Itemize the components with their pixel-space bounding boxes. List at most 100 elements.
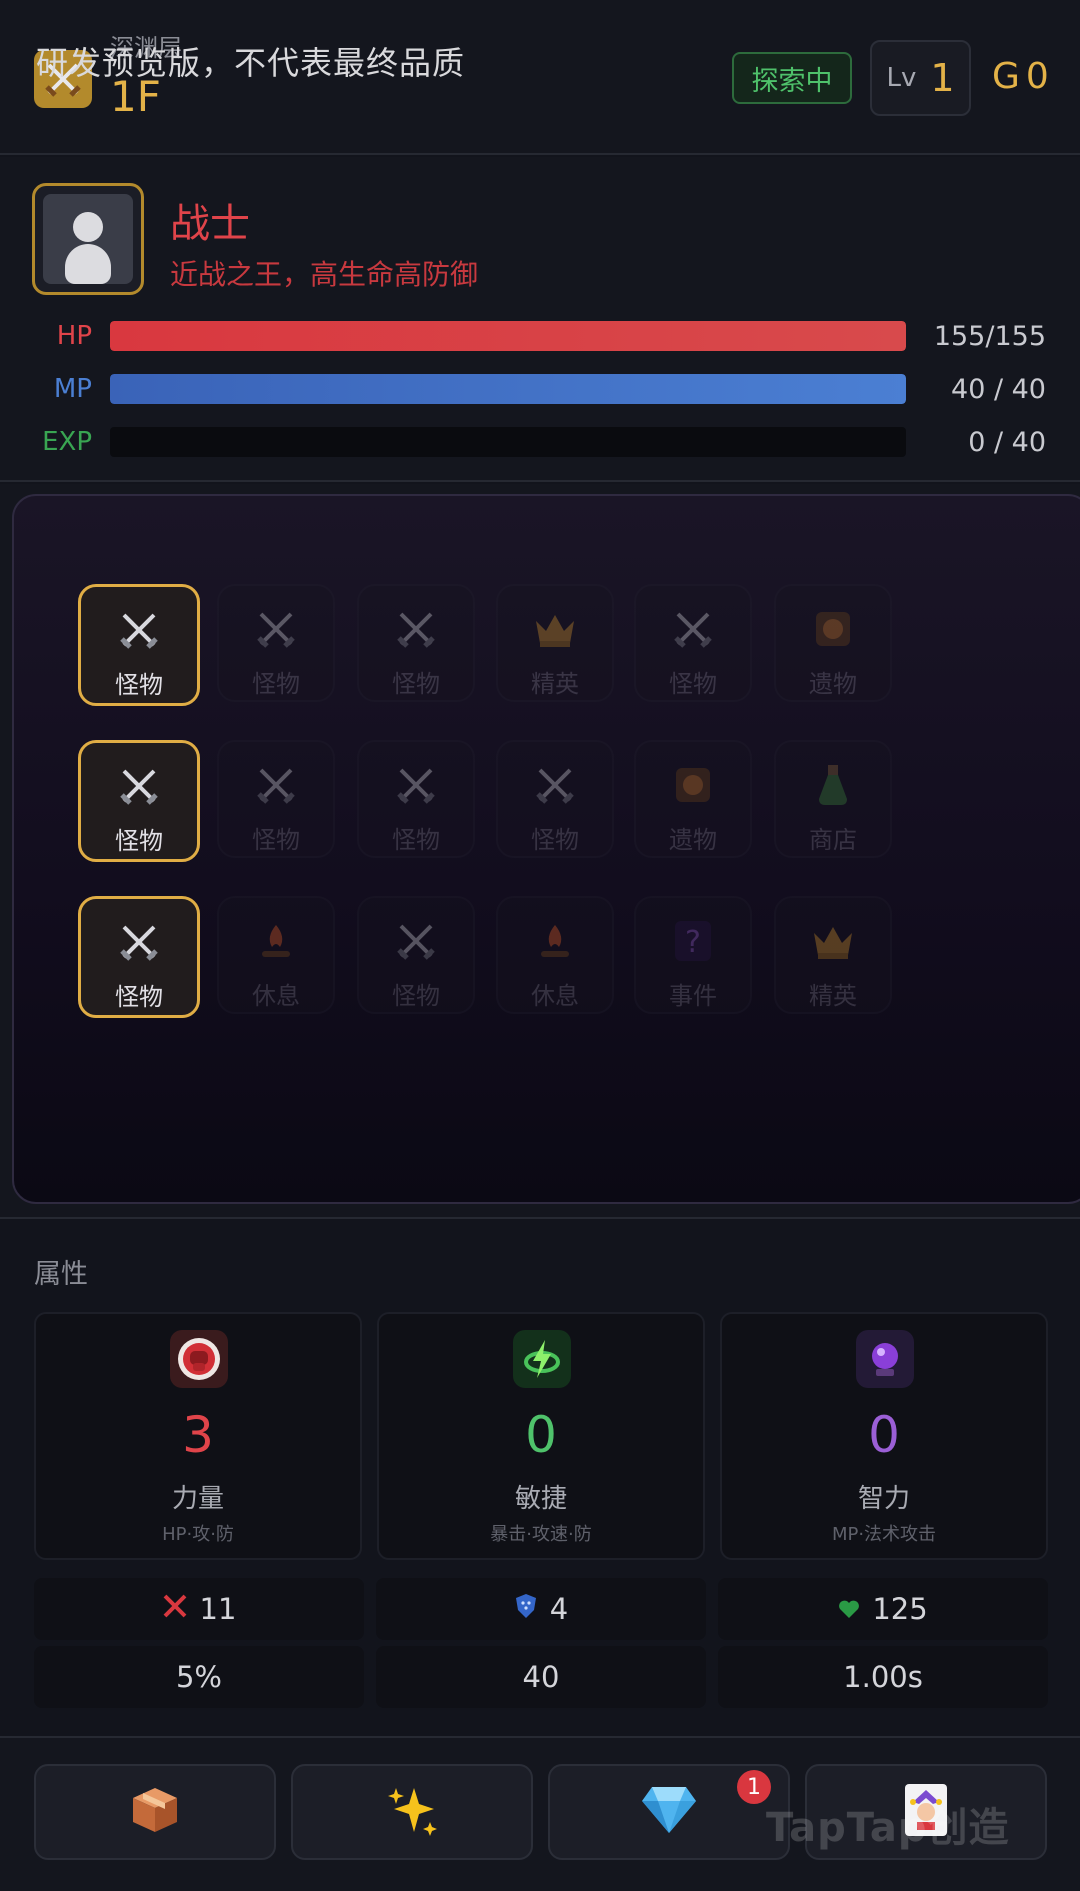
mp-label: MP (53, 374, 92, 404)
map-node: 休息 (496, 896, 614, 1014)
person-icon (43, 194, 133, 284)
exp-label: EXP (42, 427, 92, 457)
exp-bar (110, 427, 906, 457)
dungeon-map: 怪物 怪物 怪物 精英 怪物 遗物 怪物 怪物 怪物 怪物 遗物 商店 怪物 休息 怪物 休息? 事件 精英 (12, 494, 1080, 1204)
mp-value: 40 / 40 (951, 374, 1046, 405)
attribute-card-strength[interactable]: 3 力量 HP·攻·防 (34, 1312, 362, 1560)
defense-stat: 4 (376, 1578, 706, 1640)
character-panel: 战士 近战之王，高生命高防御 HP 155/155 MP 40 / 40 EXP… (0, 157, 1080, 482)
gem-icon (640, 1785, 698, 1839)
map-node: 遗物 (634, 740, 752, 858)
hp-bar-fill (110, 321, 906, 351)
hp-label: HP (56, 321, 92, 351)
attack-speed-stat: 1.00s (718, 1646, 1048, 1708)
map-node-label: 怪物 (392, 982, 440, 1010)
health-stat: 125 (718, 1578, 1048, 1640)
map-node: 怪物 (634, 584, 752, 702)
status-badge: 探索中 (732, 52, 852, 104)
crossed-swords-icon (219, 604, 333, 654)
attack-value: 11 (199, 1592, 237, 1626)
map-node-label: 怪物 (392, 670, 440, 698)
attribute-card-agility[interactable]: 0 敏捷 暴击·攻速·防 (377, 1312, 705, 1560)
attack-swords-icon (162, 1592, 188, 1626)
gold-label: G (992, 56, 1026, 97)
defense-value: 4 (549, 1592, 569, 1626)
agility-value: 0 (525, 1406, 557, 1464)
question-icon: ? (636, 916, 750, 966)
dungeon-map-section: 怪物 怪物 怪物 精英 怪物 遗物 怪物 怪物 怪物 怪物 遗物 商店 怪物 休息 怪物 休息? 事件 精英 (0, 484, 1080, 1219)
map-node-label: 怪物 (531, 826, 579, 854)
crystal-ball-icon (856, 1330, 914, 1388)
map-node-label: 怪物 (115, 983, 163, 1011)
agility-name: 敏捷 (514, 1484, 567, 1514)
map-node: 精英 (774, 896, 892, 1014)
skills-button[interactable] (291, 1764, 533, 1860)
exp-row: EXP 0 / 40 (0, 423, 1080, 463)
map-node: 精英 (496, 584, 614, 702)
map-node-label: 休息 (531, 982, 579, 1010)
campfire-icon (498, 916, 612, 966)
map-node: 休息 (217, 896, 335, 1014)
crit-rate-value: 5% (175, 1660, 222, 1694)
map-node-label: 遗物 (669, 826, 717, 854)
map-node: 怪物 (217, 740, 335, 858)
crossed-swords-icon (81, 917, 197, 967)
svg-text:?: ? (685, 925, 701, 960)
campfire-icon (219, 916, 333, 966)
map-node: 怪物 (496, 740, 614, 858)
map-node: 商店 (774, 740, 892, 858)
mp-row: MP 40 / 40 (0, 370, 1080, 410)
crit-rate-stat: 5% (34, 1646, 364, 1708)
fist-icon (170, 1330, 228, 1388)
attribute-card-intellect[interactable]: 0 智力 MP·法术攻击 (720, 1312, 1048, 1560)
map-node-label: 怪物 (252, 826, 300, 854)
attack-stat: 11 (34, 1578, 364, 1640)
map-node: ? 事件 (634, 896, 752, 1014)
crossed-swords-icon (359, 916, 473, 966)
mp-bar-fill (110, 374, 906, 404)
relic-icon (776, 604, 890, 654)
avatar[interactable] (32, 183, 144, 295)
inventory-button[interactable] (34, 1764, 276, 1860)
map-node: 怪物 (217, 584, 335, 702)
gold-counter: G0 (992, 56, 1055, 97)
map-node-label: 精英 (531, 670, 579, 698)
crown-icon (498, 604, 612, 654)
map-node-label: 遗物 (809, 670, 857, 698)
map-node-label: 怪物 (392, 826, 440, 854)
package-icon (129, 1784, 181, 1840)
map-node: 遗物 (774, 584, 892, 702)
map-node[interactable]: 怪物 (78, 584, 200, 706)
intellect-sub: MP·法术攻击 (831, 1524, 937, 1545)
level-box: Lv 1 (870, 40, 971, 116)
level-value: 1 (930, 56, 955, 100)
attack-speed-value: 1.00s (843, 1660, 923, 1694)
mana-stat: 40 (376, 1646, 706, 1708)
strength-value: 3 (182, 1406, 214, 1464)
mp-bar (110, 374, 906, 404)
intellect-value: 0 (868, 1406, 900, 1464)
relic-icon (636, 760, 750, 810)
hp-bar (110, 321, 906, 351)
map-node-label: 休息 (252, 982, 300, 1010)
attributes-title: 属性 (34, 1259, 88, 1290)
crossed-swords-icon (359, 760, 473, 810)
top-header: 深渊层 1F 研发预览版，不代表最终品质 探索中 Lv 1 G0 (0, 0, 1080, 155)
map-node[interactable]: 怪物 (78, 740, 200, 862)
health-value: 125 (872, 1592, 928, 1626)
mana-value: 40 (522, 1660, 560, 1694)
map-node-label: 商店 (809, 826, 857, 854)
sparkles-icon (384, 1782, 440, 1842)
crossed-swords-icon (219, 760, 333, 810)
map-node: 怪物 (357, 896, 475, 1014)
map-node-label: 怪物 (115, 827, 163, 855)
crossed-swords-icon (498, 760, 612, 810)
map-node-label: 怪物 (115, 671, 163, 699)
crossed-swords-icon (81, 761, 197, 811)
map-node-label: 怪物 (252, 670, 300, 698)
class-description: 近战之王，高生命高防御 (170, 258, 479, 291)
agility-sub: 暴击·攻速·防 (490, 1524, 592, 1545)
strength-name: 力量 (171, 1484, 224, 1514)
strength-sub: HP·攻·防 (162, 1524, 234, 1545)
map-node[interactable]: 怪物 (78, 896, 200, 1018)
